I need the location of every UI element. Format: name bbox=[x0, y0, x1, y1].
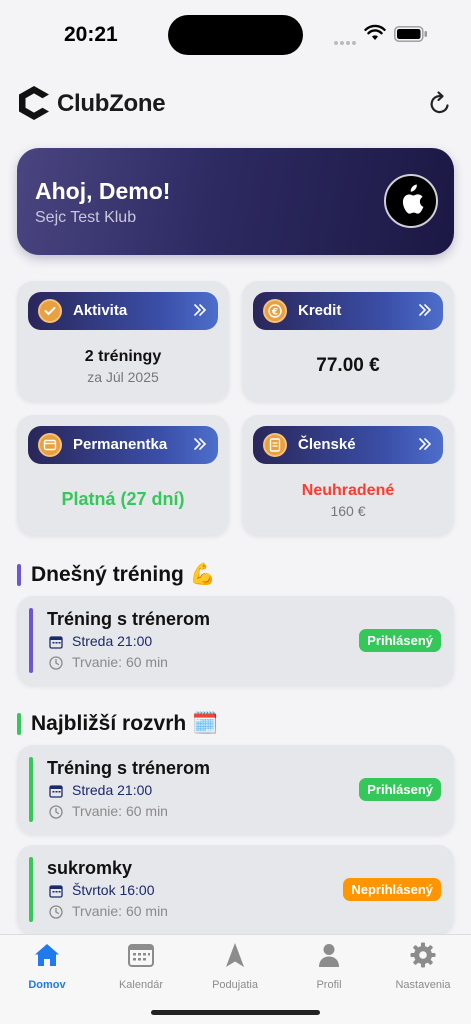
credit-value: 77.00 € bbox=[316, 355, 380, 376]
credit-card[interactable]: € Kredit 77.00 € bbox=[242, 281, 454, 401]
activity-label: Aktivita bbox=[73, 302, 128, 319]
membership-fee-label: Členské bbox=[298, 436, 356, 453]
club-avatar bbox=[384, 174, 438, 228]
gear-icon bbox=[410, 942, 436, 968]
section-today: Dnešný tréning 💪 bbox=[17, 562, 454, 590]
activity-header[interactable]: Aktivita bbox=[28, 292, 218, 330]
svg-text:€: € bbox=[271, 308, 278, 318]
clock-icon bbox=[49, 805, 63, 819]
apple-logo-icon bbox=[402, 184, 424, 214]
membership-fee-card[interactable]: Členské Neuhradené 160 € bbox=[242, 415, 454, 535]
calendar-icon bbox=[128, 944, 154, 967]
activity-period: za Júl 2025 bbox=[87, 369, 159, 385]
training-name: Tréning s trénerom bbox=[47, 758, 211, 778]
tab-label: Nastavenia bbox=[395, 979, 451, 991]
tab-events[interactable]: Podujatia bbox=[188, 941, 282, 997]
wifi-icon bbox=[364, 24, 386, 40]
status-badge: Neprihlásený bbox=[343, 878, 441, 901]
clubzone-logo-icon bbox=[19, 86, 49, 120]
battery-icon bbox=[394, 26, 427, 42]
chevron-double-right-icon bbox=[419, 438, 432, 450]
cellular-signal-icon bbox=[334, 32, 358, 45]
pass-label: Permanentka bbox=[73, 436, 168, 453]
tab-label: Profil bbox=[316, 979, 342, 991]
membership-fee-header[interactable]: Členské bbox=[253, 426, 443, 464]
calendar-icon bbox=[49, 785, 63, 798]
pass-card[interactable]: Permanentka Platná (27 dní) bbox=[17, 415, 229, 535]
status-badge: Prihlásený bbox=[359, 778, 441, 801]
euro-coin-icon: € bbox=[263, 299, 287, 323]
greeting-card: Ahoj, Demo! Sejc Test Klub bbox=[17, 148, 454, 255]
club-name: Sejc Test Klub bbox=[35, 209, 137, 226]
dynamic-island bbox=[168, 15, 303, 55]
credit-label: Kredit bbox=[298, 302, 342, 319]
chevron-double-right-icon bbox=[419, 304, 432, 316]
credit-header[interactable]: € Kredit bbox=[253, 292, 443, 330]
check-badge-icon bbox=[38, 299, 62, 323]
document-icon bbox=[263, 433, 287, 457]
chevron-double-right-icon bbox=[194, 304, 207, 316]
section-accent-bar bbox=[17, 713, 21, 735]
app-header: ClubZone bbox=[0, 82, 471, 126]
training-date: Štvrtok 16:00 bbox=[72, 882, 155, 898]
section-accent-bar bbox=[17, 564, 21, 586]
calendar-icon bbox=[49, 885, 63, 898]
clock-icon bbox=[49, 905, 63, 919]
tab-profile[interactable]: Profil bbox=[282, 941, 376, 997]
section-title: Dnešný tréning 💪 bbox=[31, 563, 216, 586]
training-name: Tréning s trénerom bbox=[47, 609, 211, 629]
membership-fee-amount: 160 € bbox=[330, 503, 366, 519]
home-icon bbox=[35, 944, 59, 966]
pass-card-icon bbox=[38, 433, 62, 457]
chevron-double-right-icon bbox=[194, 438, 207, 450]
training-accent-bar bbox=[29, 608, 33, 673]
greeting-text: Ahoj, Demo! bbox=[35, 178, 171, 204]
status-time: 20:21 bbox=[64, 23, 118, 46]
person-icon bbox=[319, 944, 339, 967]
refresh-icon[interactable] bbox=[426, 90, 454, 118]
training-duration: Trvanie: 60 min bbox=[72, 654, 168, 670]
pass-status: Platná (27 dní) bbox=[61, 489, 185, 509]
activity-card[interactable]: Aktivita 2 tréningy za Júl 2025 bbox=[17, 281, 229, 401]
section-title: Najbližší rozvrh 🗓️ bbox=[31, 712, 219, 735]
pass-header[interactable]: Permanentka bbox=[28, 426, 218, 464]
training-accent-bar bbox=[29, 857, 33, 922]
tab-label: Kalendár bbox=[118, 979, 164, 991]
training-name: sukromky bbox=[47, 858, 133, 878]
training-duration: Trvanie: 60 min bbox=[72, 903, 168, 919]
tab-label: Podujatia bbox=[212, 979, 258, 991]
membership-fee-status: Neuhradené bbox=[301, 482, 395, 499]
navigation-arrow-icon bbox=[226, 943, 244, 967]
tab-home[interactable]: Domov bbox=[0, 941, 94, 997]
schedule-card[interactable]: sukromky Štvrtok 16:00 Trvanie: 60 min N… bbox=[17, 845, 454, 934]
schedule-card[interactable]: Tréning s trénerom Streda 21:00 Trvanie:… bbox=[17, 745, 454, 834]
activity-value: 2 tréningy bbox=[84, 348, 162, 365]
calendar-icon bbox=[49, 636, 63, 649]
training-date: Streda 21:00 bbox=[72, 782, 153, 798]
training-date: Streda 21:00 bbox=[72, 633, 153, 649]
tab-settings[interactable]: Nastavenia bbox=[376, 941, 470, 997]
tab-label: Domov bbox=[28, 979, 66, 991]
clock-icon bbox=[49, 656, 63, 670]
training-duration: Trvanie: 60 min bbox=[72, 803, 168, 819]
home-indicator[interactable] bbox=[151, 1010, 320, 1015]
status-bar: 20:21 bbox=[0, 0, 471, 70]
tab-calendar[interactable]: Kalendár bbox=[94, 941, 188, 997]
training-card[interactable]: Tréning s trénerom Streda 21:00 Trvanie:… bbox=[17, 596, 454, 685]
status-badge: Prihlásený bbox=[359, 629, 441, 652]
app-title: ClubZone bbox=[57, 90, 166, 117]
section-schedule: Najbližší rozvrh 🗓️ bbox=[17, 711, 454, 739]
training-accent-bar bbox=[29, 757, 33, 822]
